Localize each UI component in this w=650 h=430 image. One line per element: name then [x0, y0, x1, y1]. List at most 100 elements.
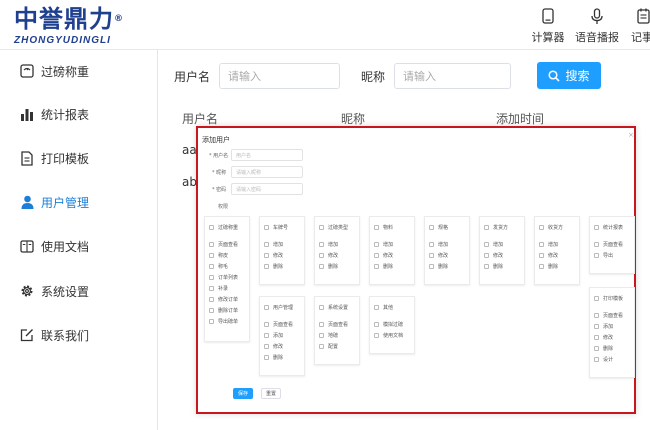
nickname-field[interactable]: 请输入昵称: [231, 166, 303, 178]
permission-checkbox[interactable]: 修改: [425, 250, 469, 261]
permission-group-checkbox[interactable]: 车牌号: [260, 222, 304, 233]
username-filter-input[interactable]: 请输入: [219, 63, 340, 89]
permission-checkbox[interactable]: 补录: [205, 283, 249, 294]
save-button[interactable]: 保存: [233, 388, 253, 399]
sidebar-item-settings[interactable]: 系统设置: [0, 280, 157, 302]
reset-button[interactable]: 重置: [261, 388, 281, 399]
manual-icon: [18, 239, 36, 253]
microphone-icon: [591, 7, 603, 24]
permission-checkbox[interactable]: 修改: [260, 250, 304, 261]
permission-checkbox[interactable]: 增加: [480, 239, 524, 250]
permission-checkbox[interactable]: 修改订单: [205, 294, 249, 305]
permission-checkbox[interactable]: 增加: [370, 239, 414, 250]
permission-card-spec: 规格 增加 修改 删除: [424, 216, 470, 285]
permission-checkbox[interactable]: 增加: [315, 239, 359, 250]
permission-checkbox[interactable]: 修改: [370, 250, 414, 261]
permission-checkbox[interactable]: 地磅: [315, 330, 359, 341]
permission-checkbox[interactable]: 删除: [260, 352, 304, 363]
sidebar-item-contact[interactable]: 联系我们: [0, 324, 157, 346]
permission-card-shipper: 发货方 增加 修改 删除: [479, 216, 525, 285]
sidebar-item-weighing[interactable]: 过磅称重: [0, 60, 157, 82]
permission-checkbox[interactable]: 添加: [590, 321, 634, 332]
permission-checkbox[interactable]: 订单列表: [205, 272, 249, 283]
permission-checkbox[interactable]: 称毛: [205, 261, 249, 272]
permission-group-checkbox[interactable]: 物料: [370, 222, 414, 233]
permission-checkbox[interactable]: 增加: [535, 239, 579, 250]
permission-checkbox[interactable]: 页面查看: [590, 239, 634, 250]
search-button[interactable]: 搜索: [537, 62, 601, 89]
sidebar-item-label: 用户管理: [41, 195, 90, 210]
nickname-filter-placeholder: 请输入: [403, 70, 436, 83]
app-window: { "header": { "logo_text": "中誉鼎力", "logo…: [0, 0, 650, 430]
permission-checkbox[interactable]: 导出磅单: [205, 316, 249, 327]
permission-checkbox[interactable]: 删除: [315, 261, 359, 272]
table-row[interactable]: ab: [182, 175, 197, 189]
permission-group-checkbox[interactable]: 过磅称重: [205, 222, 249, 233]
notepad-icon: [636, 8, 650, 24]
permission-group-checkbox[interactable]: 规格: [425, 222, 469, 233]
permission-group-checkbox[interactable]: 统计报表: [590, 222, 634, 233]
permission-checkbox[interactable]: 修改: [590, 332, 634, 343]
permission-checkbox[interactable]: 添加: [260, 330, 304, 341]
permission-checkbox[interactable]: 模拟过磅: [370, 319, 414, 330]
permission-card-other: 其他 模拟过磅 使用文档: [369, 296, 415, 354]
search-button-label: 搜索: [565, 69, 590, 83]
permission-checkbox[interactable]: 修改: [315, 250, 359, 261]
permission-group-checkbox[interactable]: 打印模板: [590, 293, 634, 304]
permission-card-user-management: 用户管理 页面查看 添加 修改 删除: [259, 296, 305, 376]
permission-checkbox[interactable]: 增加: [260, 239, 304, 250]
permission-checkbox[interactable]: 称皮: [205, 250, 249, 261]
voice-broadcast-tool[interactable]: 语音播报: [572, 6, 622, 45]
table-row[interactable]: aa: [182, 143, 197, 157]
username-field-placeholder: 用户名: [236, 152, 252, 159]
sidebar-item-label: 系统设置: [41, 284, 90, 299]
permission-checkbox[interactable]: 删除: [590, 343, 634, 354]
close-icon[interactable]: ×: [628, 131, 634, 139]
column-header-nickname: 昵称: [341, 112, 366, 126]
permission-group-checkbox[interactable]: 用户管理: [260, 302, 304, 313]
permission-checkbox[interactable]: 删除: [535, 261, 579, 272]
permission-checkbox[interactable]: 设计: [590, 354, 634, 365]
permission-checkbox[interactable]: 修改: [535, 250, 579, 261]
permission-card-print-template: 打印模板 页面查看 添加 修改 删除 设计: [589, 287, 635, 378]
permission-checkbox[interactable]: 页面查看: [315, 319, 359, 330]
permission-group-checkbox[interactable]: 系统设置: [315, 302, 359, 313]
calculator-tool[interactable]: 计算器: [523, 6, 573, 45]
permission-checkbox[interactable]: 配置: [315, 341, 359, 352]
permission-checkbox[interactable]: 导出: [590, 250, 634, 261]
permission-checkbox[interactable]: 修改: [260, 341, 304, 352]
permission-checkbox[interactable]: 页面查看: [590, 310, 634, 321]
permission-checkbox[interactable]: 删除订单: [205, 305, 249, 316]
permission-card-plate: 车牌号 增加 修改 删除: [259, 216, 305, 285]
registered-mark: ®: [114, 14, 124, 24]
permission-checkbox[interactable]: 删除: [425, 261, 469, 272]
sidebar: 过磅称重 统计报表 打印模板 用户管理 使用文档 系统设置 联系我们: [0, 50, 158, 430]
sidebar-item-reports[interactable]: 统计报表: [0, 103, 157, 125]
password-field[interactable]: 请输入密码: [231, 183, 303, 195]
sidebar-item-print-template[interactable]: 打印模板: [0, 147, 157, 169]
permissions-label: 权限: [218, 204, 229, 210]
nickname-filter-input[interactable]: 请输入: [394, 63, 511, 89]
permission-group-checkbox[interactable]: 过磅类型: [315, 222, 359, 233]
column-header-username: 用户名: [182, 112, 219, 126]
permission-checkbox[interactable]: 页面查看: [205, 239, 249, 250]
permission-checkbox[interactable]: 增加: [425, 239, 469, 250]
password-field-placeholder: 请输入密码: [236, 186, 262, 193]
sidebar-item-docs[interactable]: 使用文档: [0, 235, 157, 257]
permission-group-checkbox[interactable]: 其他: [370, 302, 414, 313]
calculator-icon: [542, 8, 554, 24]
permission-checkbox[interactable]: 使用文档: [370, 330, 414, 341]
notepad-tool[interactable]: 记事: [618, 6, 650, 45]
permission-group-checkbox[interactable]: 收货方: [535, 222, 579, 233]
permission-checkbox[interactable]: 删除: [370, 261, 414, 272]
permission-card-receiver: 收货方 增加 修改 删除: [534, 216, 580, 285]
username-field[interactable]: 用户名: [231, 149, 303, 161]
sidebar-item-user-management[interactable]: 用户管理: [0, 191, 157, 213]
permission-checkbox[interactable]: 修改: [480, 250, 524, 261]
logo-text: 中誉鼎力: [14, 5, 114, 33]
permission-checkbox[interactable]: 删除: [260, 261, 304, 272]
permission-checkbox[interactable]: 页面查看: [260, 319, 304, 330]
permission-group-checkbox[interactable]: 发货方: [480, 222, 524, 233]
sidebar-item-label: 统计报表: [41, 107, 90, 122]
permission-checkbox[interactable]: 删除: [480, 261, 524, 272]
